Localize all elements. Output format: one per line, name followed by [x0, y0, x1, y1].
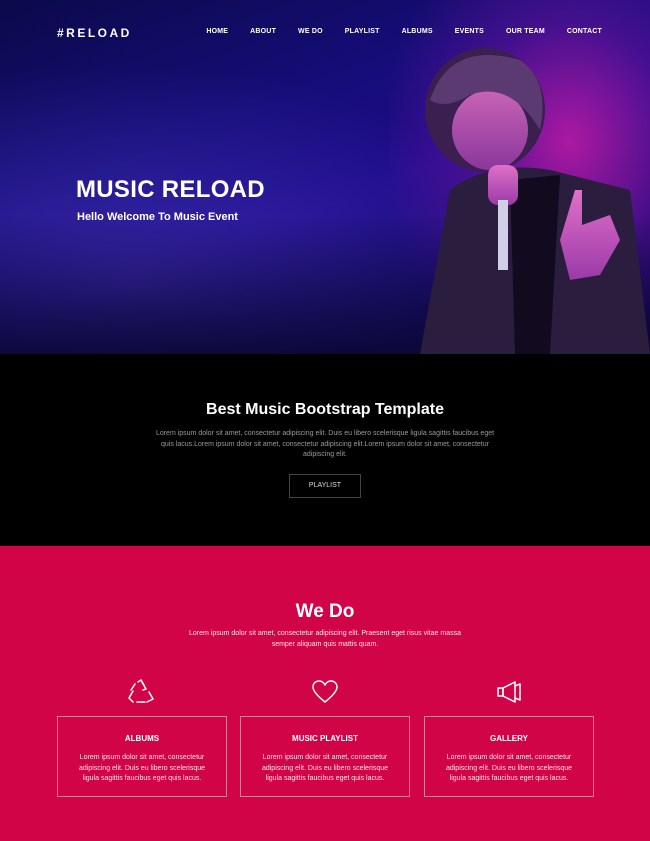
service-text: Lorem ipsum dolor sit amet, consectetur … [445, 754, 573, 782]
service-card-gallery[interactable]: GALLERY Lorem ipsum dolor sit amet, cons… [424, 716, 594, 797]
nav-contact[interactable]: CONTACT [567, 28, 602, 35]
we-do-section: We Do Lorem ipsum dolor sit amet, consec… [0, 546, 650, 841]
service-text: Lorem ipsum dolor sit amet, consectetur … [78, 754, 206, 782]
service-title: GALLERY [490, 734, 528, 743]
intro-section: Best Music Bootstrap Template Lorem ipsu… [0, 354, 650, 546]
service-title: MUSIC PLAYLIST [292, 734, 358, 743]
nav-albums[interactable]: ALBUMS [402, 28, 433, 35]
recycle-icon [128, 679, 154, 703]
nav-links: HOME ABOUT WE DO PLAYLIST ALBUMS EVENTS … [184, 28, 602, 35]
nav-about[interactable]: ABOUT [250, 28, 276, 35]
we-do-title: We Do [295, 601, 355, 622]
performer-image [420, 48, 650, 354]
service-title: ALBUMS [124, 734, 160, 743]
nav-playlist[interactable]: PLAYLIST [345, 28, 380, 35]
hero-section: #RELOAD HOME ABOUT WE DO PLAYLIST ALBUMS… [0, 0, 650, 354]
hero-subtitle: Hello Welcome To Music Event [77, 211, 238, 223]
heart-icon [312, 680, 338, 703]
hero-title: MUSIC RELOAD [76, 176, 265, 203]
nav-events[interactable]: EVENTS [455, 28, 484, 35]
intro-text: Lorem ipsum dolor sit amet, consectetur … [155, 430, 495, 458]
top-navbar: #RELOAD HOME ABOUT WE DO PLAYLIST ALBUMS… [0, 0, 650, 64]
brand-logo[interactable]: #RELOAD [57, 26, 132, 40]
service-card-music-playlist[interactable]: MUSIC PLAYLIST Lorem ipsum dolor sit ame… [240, 716, 410, 797]
playlist-button[interactable]: PLAYLIST [289, 474, 361, 498]
nav-our-team[interactable]: OUR TEAM [506, 28, 545, 35]
nav-we-do[interactable]: WE DO [298, 28, 323, 35]
we-do-text: Lorem ipsum dolor sit amet, consectetur … [189, 630, 461, 648]
service-card-albums[interactable]: ALBUMS Lorem ipsum dolor sit amet, conse… [57, 716, 227, 797]
service-text: Lorem ipsum dolor sit amet, consectetur … [261, 754, 389, 782]
megaphone-icon [497, 681, 521, 703]
intro-title: Best Music Bootstrap Template [206, 401, 444, 418]
nav-home[interactable]: HOME [206, 28, 228, 35]
